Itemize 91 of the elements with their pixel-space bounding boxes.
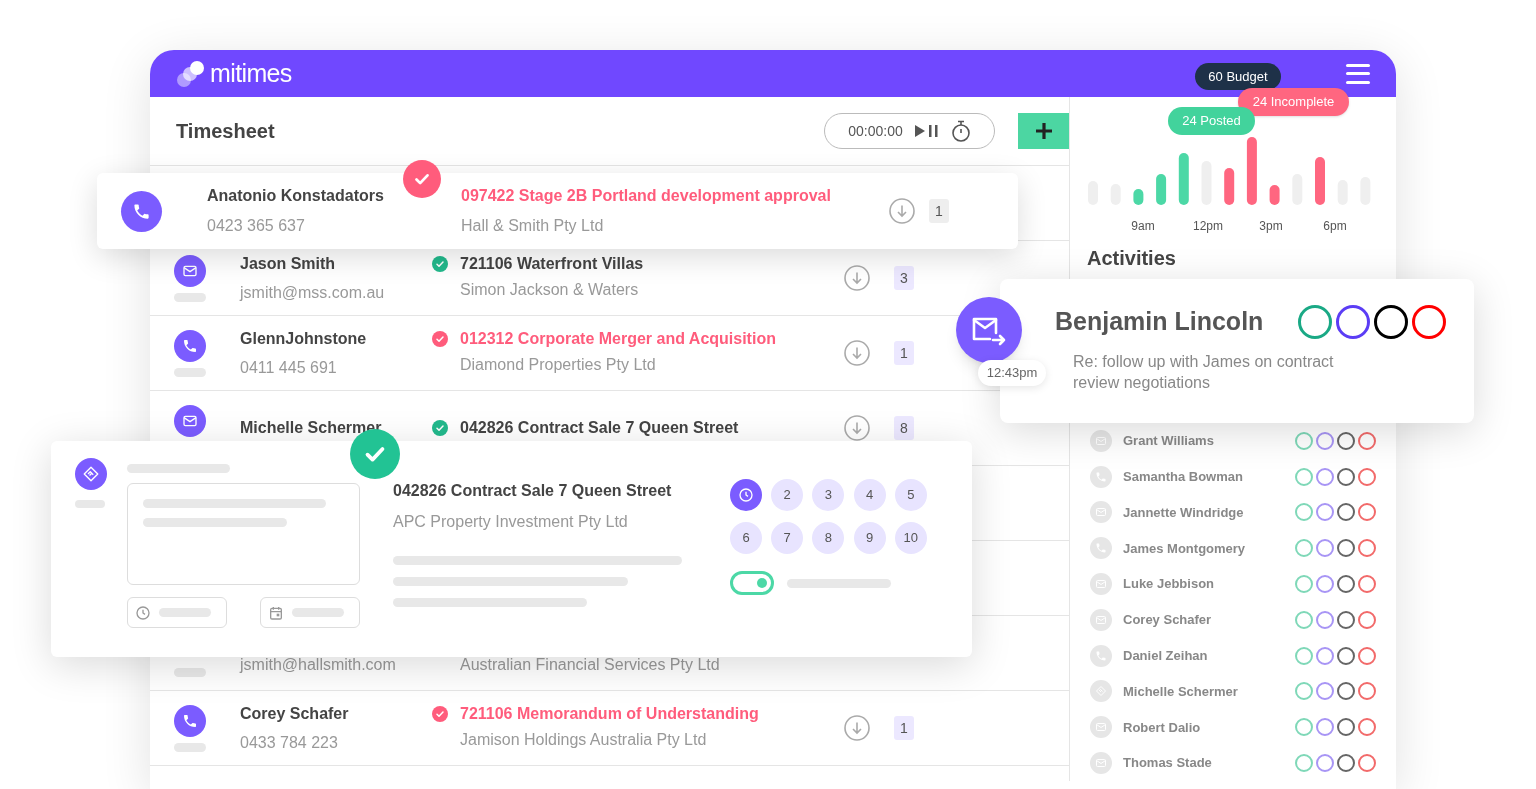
add-button[interactable]	[1018, 113, 1069, 149]
phone-icon[interactable]	[121, 190, 162, 232]
activity-name: Robert Dalio	[1123, 718, 1201, 737]
chart-bar	[1224, 168, 1235, 205]
timer-value: 00:00:00	[848, 121, 903, 141]
contact-detail: jsmith@hallsmith.com	[240, 655, 397, 675]
section-title: Activities	[1086, 246, 1177, 271]
stopwatch-icon[interactable]	[950, 120, 971, 142]
envelope-icon[interactable]	[174, 254, 206, 287]
job-title: 721106 Waterfront Villas	[460, 253, 644, 274]
time-slot[interactable]: 9	[853, 522, 886, 554]
activity-name: Thomas Stade	[1123, 754, 1212, 773]
menu-icon[interactable]	[1346, 63, 1370, 84]
phone-icon[interactable]	[174, 329, 206, 362]
count-badge: 3	[894, 266, 914, 290]
download-icon[interactable]	[844, 265, 870, 291]
clock-slot[interactable]	[730, 479, 762, 511]
logo-text: mitimes	[210, 57, 292, 89]
chart-bar	[1246, 137, 1257, 205]
chart-bar	[1133, 189, 1144, 205]
count-badge: 1	[894, 341, 914, 365]
message-text: Re: follow up with James on contract review negotiations	[1073, 351, 1335, 393]
activity-name: James Montgomery	[1123, 539, 1246, 558]
clock-icon	[135, 604, 151, 621]
calendar-icon	[268, 604, 284, 621]
contact-detail: 0433 784 223	[240, 732, 339, 753]
contact-detail: jsmith@mss.com.au	[240, 282, 386, 303]
time-slot[interactable]: 6	[730, 522, 762, 554]
logo-icon	[176, 59, 206, 88]
plus-icon	[1034, 122, 1053, 140]
activity-name: Luke Jebbison	[1123, 575, 1215, 594]
toggle-switch[interactable]	[730, 571, 774, 595]
time-slot[interactable]: 10	[894, 522, 927, 554]
client-name: APC Property Investment Pty Ltd	[393, 512, 629, 532]
time-slot[interactable]: 5	[894, 479, 927, 511]
clock-icon	[738, 487, 754, 503]
budget-badge: 60 Budget	[1195, 63, 1281, 90]
job-title: 042826 Contract Sale 7 Queen Street	[460, 418, 739, 438]
envelope-icon[interactable]	[174, 404, 206, 437]
client-name: Jamison Holdings Australia Pty Ltd	[459, 730, 708, 750]
contact-name: GlennJohnstone	[240, 328, 368, 349]
chart-bar	[1269, 185, 1280, 205]
incomplete-badge: 24 Incomplete	[1238, 88, 1349, 116]
download-icon[interactable]	[844, 340, 870, 366]
axis-label: 12pm	[1193, 218, 1221, 235]
contact-detail: 0411 445 691	[240, 357, 338, 378]
client-name: Simon Jackson & Waters	[459, 280, 640, 300]
client-name: Hall & Smith Pty Ltd	[461, 216, 605, 236]
chart-bar	[1315, 157, 1325, 205]
time-slot[interactable]: 3	[812, 479, 845, 511]
count-badge: 1	[894, 716, 914, 740]
text-area-field[interactable]	[127, 483, 360, 585]
axis-label: 3pm	[1258, 218, 1284, 235]
job-title: 042826 Contract Sale 7 Queen Street	[393, 481, 673, 501]
contact-name: Anatonio Konstadators	[207, 186, 385, 206]
page-title: Timesheet	[176, 119, 275, 144]
activity-name: Corey Schafer	[1123, 611, 1212, 630]
contact-detail: 0423 365 637	[207, 216, 306, 236]
play-pause-icon[interactable]	[914, 124, 939, 138]
activity-name: Jannette Windridge	[1123, 503, 1244, 522]
time-slot[interactable]: 7	[771, 522, 804, 554]
job-title: 012312 Corporate Merger and Acquisition	[460, 328, 776, 349]
time-field[interactable]	[127, 597, 227, 628]
phone-icon[interactable]	[174, 704, 206, 737]
activity-name: Grant Williams	[1123, 432, 1214, 451]
activity-name: Samantha Bowman	[1123, 467, 1243, 486]
contact-name: Jason Smith	[240, 253, 337, 274]
axis-label: 6pm	[1322, 218, 1348, 235]
download-icon[interactable]	[889, 198, 915, 224]
time-slot[interactable]: 4	[853, 479, 886, 511]
axis-label: 9am	[1130, 218, 1156, 235]
job-title: 721106 Memorandum of Understanding	[460, 703, 759, 724]
posted-badge: 24 Posted	[1168, 107, 1255, 135]
count-badge: 1	[929, 199, 949, 223]
client-name: Diamond Properties Pty Ltd	[459, 355, 657, 375]
time-label: 12:43pm	[978, 360, 1046, 386]
chart-bar	[1156, 174, 1167, 205]
contact-name: Benjamin Lincoln	[1055, 306, 1264, 337]
placeholder-bar	[174, 667, 206, 677]
time-slot[interactable]: 2	[771, 479, 804, 511]
download-icon[interactable]	[844, 415, 870, 441]
activity-name: Michelle Schermer	[1123, 682, 1238, 701]
client-name: Australian Financial Services Pty Ltd	[459, 655, 721, 675]
activity-name: Daniel Zeihan	[1123, 646, 1208, 665]
date-field[interactable]	[260, 597, 360, 628]
chart-bar	[1178, 153, 1189, 205]
time-slot[interactable]: 8	[812, 522, 845, 554]
download-icon[interactable]	[844, 715, 870, 741]
contact-name: Corey Schafer	[240, 703, 350, 724]
job-title: 097422 Stage 2B Portland development approval	[461, 186, 832, 206]
count-badge: 8	[894, 416, 914, 440]
